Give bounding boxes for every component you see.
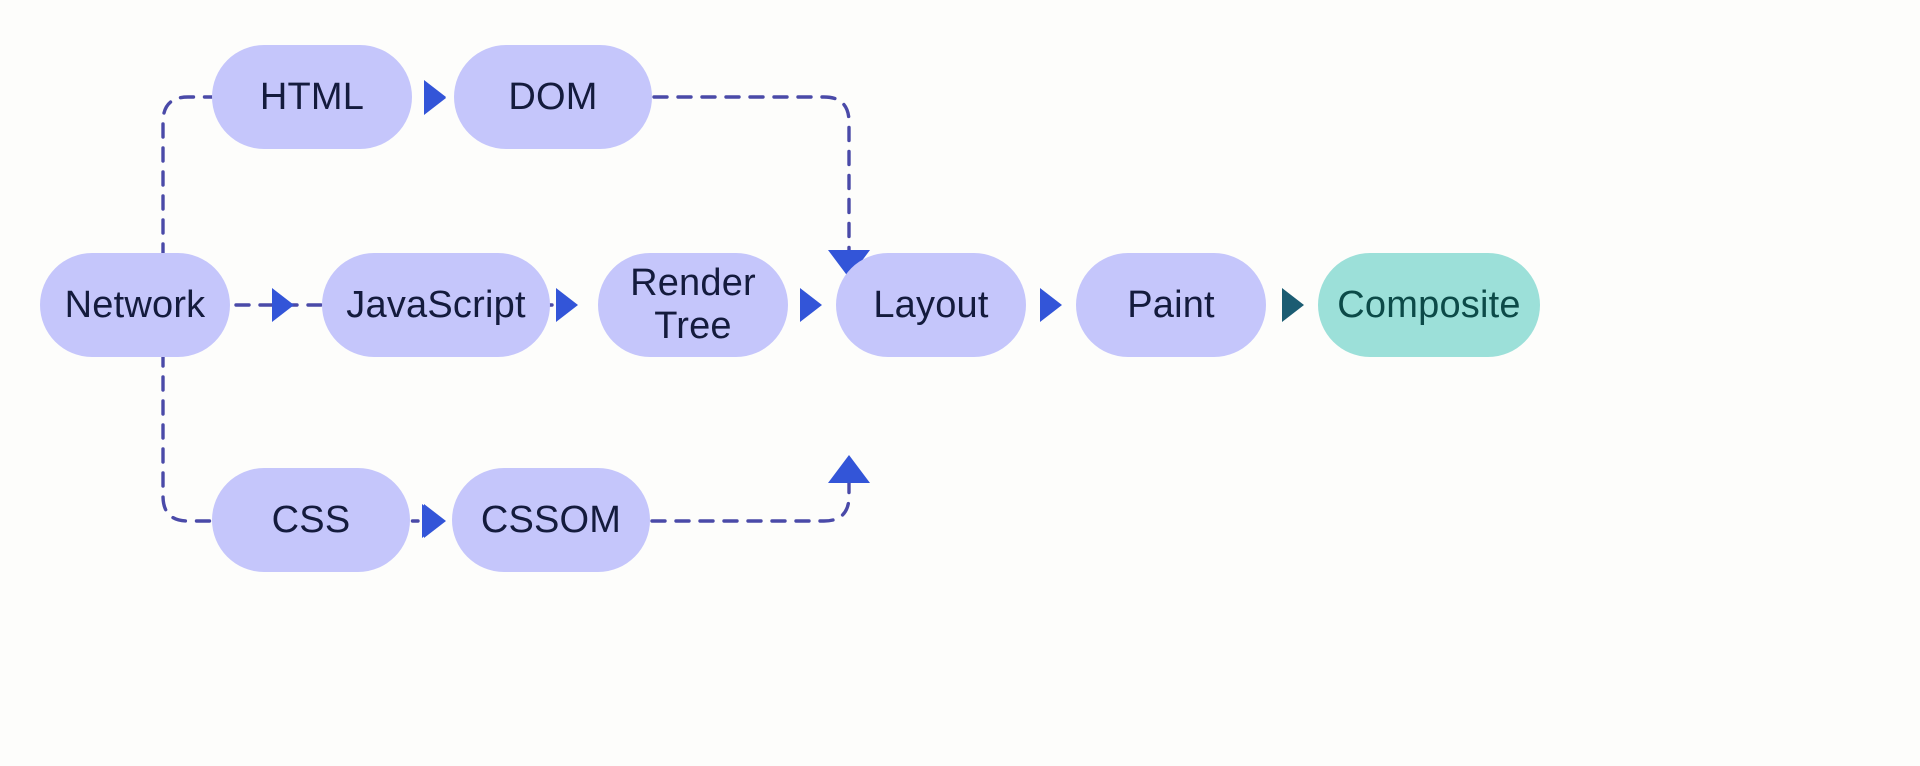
node-html[interactable]: HTML bbox=[212, 45, 412, 149]
node-dom-label: DOM bbox=[508, 75, 598, 118]
node-cssom[interactable]: CSSOM bbox=[452, 468, 650, 572]
node-css[interactable]: CSS bbox=[212, 468, 410, 572]
node-render-tree[interactable]: Render Tree bbox=[598, 253, 788, 357]
arrow-network-to-html-icon bbox=[424, 80, 446, 114]
node-composite[interactable]: Composite bbox=[1318, 253, 1540, 357]
node-javascript-label: JavaScript bbox=[346, 283, 526, 326]
node-render-tree-label: Render Tree bbox=[630, 262, 756, 347]
node-paint[interactable]: Paint bbox=[1076, 253, 1266, 357]
node-paint-label: Paint bbox=[1127, 283, 1215, 326]
node-dom[interactable]: DOM bbox=[454, 45, 652, 149]
arrow-render-tree-to-layout-icon bbox=[800, 288, 822, 322]
node-javascript[interactable]: JavaScript bbox=[322, 253, 550, 357]
diagram-canvas: Network JavaScript Render Tree Layout Pa… bbox=[0, 0, 1920, 766]
node-layout[interactable]: Layout bbox=[836, 253, 1026, 357]
node-network[interactable]: Network bbox=[40, 253, 230, 357]
node-cssom-label: CSSOM bbox=[480, 498, 622, 541]
node-css-label: CSS bbox=[271, 498, 351, 541]
edge-cssom-to-render-tree bbox=[650, 480, 851, 523]
arrow-javascript-to-render-tree-icon bbox=[556, 288, 578, 322]
node-network-label: Network bbox=[64, 283, 206, 326]
arrow-layout-to-paint-icon bbox=[1040, 288, 1062, 322]
node-layout-label: Layout bbox=[873, 283, 989, 326]
arrow-paint-to-composite-icon bbox=[1282, 288, 1304, 322]
node-html-label: HTML bbox=[259, 75, 365, 118]
arrow-network-to-javascript-icon bbox=[272, 288, 294, 322]
arrow-network-to-css-icon bbox=[424, 504, 446, 538]
node-composite-label: Composite bbox=[1337, 283, 1521, 326]
edge-dom-to-render-tree bbox=[652, 95, 851, 254]
arrowhead-cssom-to-render-tree bbox=[828, 455, 870, 483]
